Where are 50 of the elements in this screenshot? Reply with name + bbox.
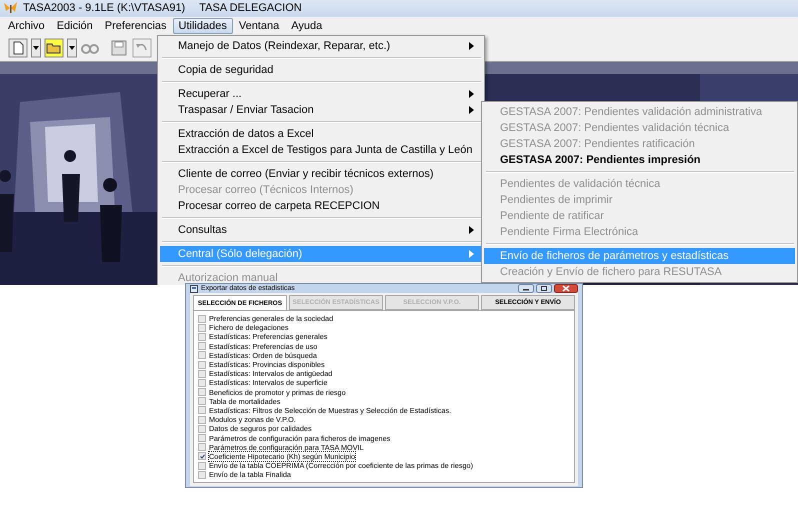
- menu-bar-item[interactable]: Edición: [50, 18, 99, 34]
- checkmark-icon: [200, 454, 204, 459]
- checkbox[interactable]: [198, 342, 206, 350]
- dropdown-caret-icon[interactable]: [67, 38, 77, 58]
- menu-item[interactable]: Recuperar ...: [160, 86, 482, 102]
- checkbox[interactable]: [198, 332, 206, 341]
- menu-bar-item[interactable]: Archivo: [2, 18, 51, 34]
- checkbox[interactable]: [198, 452, 206, 460]
- menu-item[interactable]: Procesar correo de carpeta RECEPCION: [160, 198, 482, 214]
- checkbox[interactable]: [198, 434, 206, 442]
- menu-bar-item[interactable]: Ayuda: [285, 18, 328, 34]
- close-button[interactable]: [554, 284, 578, 293]
- undo-icon[interactable]: [132, 38, 152, 58]
- dropdown-caret-icon[interactable]: [31, 38, 41, 58]
- submenu-arrow-icon: [469, 42, 474, 50]
- save-icon[interactable]: [109, 38, 129, 58]
- window-title: TASA2003 - 9.1LE (K:\VTASA91): [23, 2, 186, 14]
- menu-item[interactable]: Extracción de datos a Excel: [160, 126, 482, 142]
- checkbox[interactable]: [198, 378, 206, 387]
- checkbox[interactable]: [198, 314, 206, 323]
- checkbox[interactable]: [198, 470, 206, 479]
- minimize-button[interactable]: [518, 284, 534, 293]
- checkbox[interactable]: [198, 324, 206, 332]
- checkbox[interactable]: [198, 424, 206, 433]
- checkbox[interactable]: [198, 351, 206, 360]
- menu-item[interactable]: Traspasar / Enviar Tasacion: [160, 102, 482, 118]
- folder-icon[interactable]: [44, 38, 64, 58]
- new-document-icon[interactable]: [8, 38, 28, 58]
- menu-item[interactable]: Cliente de correo (Enviar y recibir técnicos externos): [160, 166, 482, 182]
- menu-bar-item[interactable]: Utilidades: [172, 18, 233, 34]
- menu-item[interactable]: GESTASA 2007: Pendientes impresión: [484, 152, 795, 168]
- checkbox[interactable]: [198, 370, 206, 378]
- checkbox[interactable]: [198, 388, 206, 396]
- submenu-arrow-icon: [469, 226, 474, 234]
- checkbox[interactable]: [198, 462, 206, 470]
- checkbox[interactable]: [198, 416, 206, 424]
- menu-item[interactable]: Consultas: [160, 222, 482, 238]
- checkbox[interactable]: [198, 443, 206, 452]
- submenu-arrow-icon: [469, 250, 474, 258]
- checkbox[interactable]: [198, 360, 206, 369]
- window-subtitle: TASA DELEGACION: [199, 2, 302, 14]
- window-icon: [190, 284, 198, 292]
- menu-item[interactable]: Extracción a Excel de Testigos para Junta de Castilla y León: [160, 142, 482, 158]
- menu-item[interactable]: Copia de seguridad: [160, 62, 482, 78]
- maximize-button[interactable]: [536, 284, 552, 293]
- menu-bar-item[interactable]: Preferencias: [98, 18, 173, 34]
- checkbox[interactable]: [198, 406, 206, 414]
- checkbox[interactable]: [198, 397, 206, 406]
- app-icon: [4, 2, 17, 14]
- menu-bar-item[interactable]: Ventana: [232, 18, 286, 34]
